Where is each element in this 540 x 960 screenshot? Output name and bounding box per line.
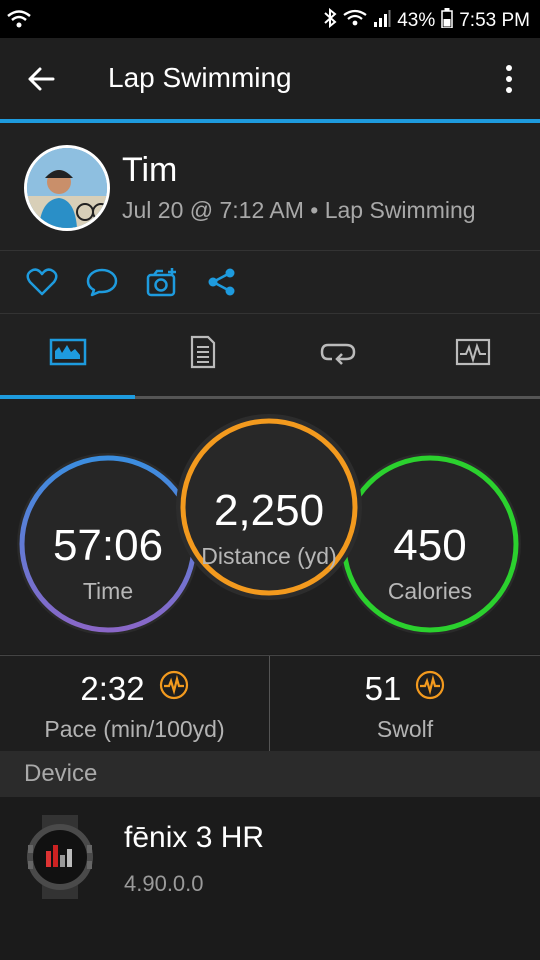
battery-icon — [441, 8, 453, 34]
pace-value: 2:32 — [80, 670, 145, 707]
activity-date-type: Jul 20 @ 7:12 AM • Lap Swimming — [122, 197, 476, 223]
distance-value: 2,250 — [213, 486, 325, 535]
tab-overview[interactable] — [0, 314, 135, 395]
repeat-icon — [320, 339, 356, 370]
tab-laps[interactable] — [270, 314, 405, 395]
device-item[interactable]: fēnix 3 HR 4.90.0.0 — [0, 797, 540, 960]
swolf-pulse-icon — [415, 670, 445, 708]
status-bar: 43% 7:53 PM — [0, 0, 540, 38]
time-label: Time — [82, 578, 134, 604]
watch-icon — [24, 815, 96, 899]
device-version: 4.90.0.0 — [124, 871, 204, 896]
page-title: Lap Swimming — [108, 62, 292, 93]
pace-label: Pace (min/100yd) — [44, 716, 225, 742]
tab-charts[interactable] — [405, 314, 540, 395]
back-arrow-icon[interactable] — [26, 64, 56, 94]
battery-percent: 43% — [397, 10, 436, 31]
calories-stat: 450 Calories — [350, 524, 510, 605]
app-bar: Lap Swimming — [0, 38, 540, 120]
device-section-title: Device — [24, 760, 98, 787]
social-actions — [0, 251, 540, 314]
signal-icon — [373, 9, 391, 33]
chart-icon — [455, 338, 491, 371]
summary-stats: 57:06 Time 2,250 Distance (yd) 450 Calor… — [0, 399, 540, 654]
time-stat: 57:06 Time — [28, 524, 188, 605]
metrics-row: 2:32 Pace (min/100yd) 51 Swolf — [0, 655, 540, 752]
document-icon — [190, 335, 216, 374]
swolf-value: 51 — [364, 670, 402, 707]
share-icon[interactable] — [206, 267, 238, 297]
heart-icon[interactable] — [26, 267, 58, 297]
more-options-icon[interactable] — [504, 64, 514, 94]
wifi-call-icon — [6, 8, 32, 35]
bluetooth-icon — [323, 7, 337, 34]
status-icons: 43% 7:53 PM — [323, 7, 530, 34]
pace-pulse-icon — [159, 670, 189, 708]
calories-label: Calories — [387, 578, 473, 604]
comment-icon[interactable] — [86, 267, 118, 297]
overview-icon — [49, 337, 87, 372]
device-section-header: Device — [0, 751, 540, 797]
distance-stat: 2,250 Distance (yd) — [184, 489, 354, 570]
activity-tabs — [0, 314, 540, 399]
calories-value: 450 — [393, 521, 467, 570]
pace-metric[interactable]: 2:32 Pace (min/100yd) — [0, 656, 269, 751]
avatar[interactable] — [24, 145, 110, 231]
distance-label: Distance (yd) — [201, 543, 337, 569]
swolf-metric[interactable]: 51 Swolf — [270, 656, 540, 751]
activity-owner: Tim Jul 20 @ 7:12 AM • Lap Swimming — [0, 123, 540, 251]
time-value: 57:06 — [52, 521, 164, 570]
add-photo-icon[interactable] — [146, 267, 178, 297]
wifi-icon — [343, 9, 367, 33]
tab-details[interactable] — [135, 314, 270, 395]
swolf-label: Swolf — [376, 716, 434, 742]
device-name: fēnix 3 HR — [124, 821, 265, 854]
clock: 7:53 PM — [459, 10, 530, 31]
user-name[interactable]: Tim — [122, 151, 177, 190]
